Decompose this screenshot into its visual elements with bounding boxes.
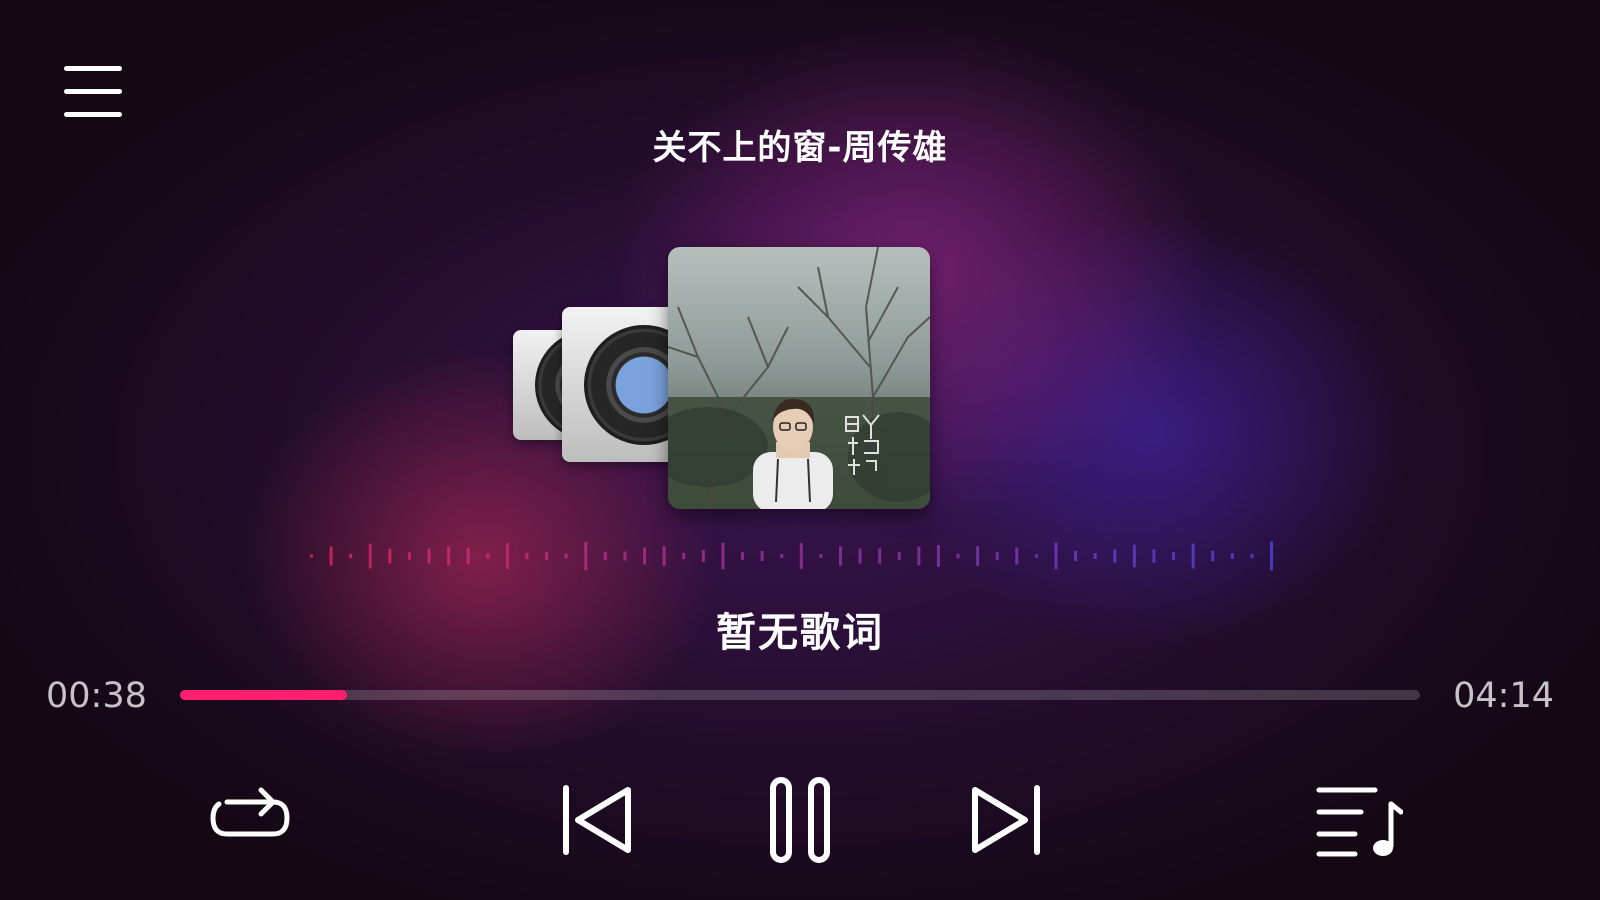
- pause-button[interactable]: [768, 775, 832, 865]
- visualizer-bar: [1250, 553, 1254, 559]
- skip-previous-icon: [563, 785, 631, 855]
- visualizer-bar: [917, 546, 921, 566]
- repeat-button[interactable]: [205, 786, 295, 850]
- visualizer-bar: [407, 552, 411, 560]
- visualizer-bar: [388, 548, 392, 564]
- visualizer-bar: [1034, 554, 1038, 558]
- visualizer-bar: [819, 554, 823, 558]
- visualizer-bar: [682, 552, 686, 560]
- visualizer-bar: [1152, 549, 1156, 563]
- audio-visualizer: [310, 541, 1273, 571]
- visualizer-bar: [760, 550, 764, 562]
- visualizer-bar: [838, 546, 842, 566]
- visualizer-bar: [1230, 553, 1234, 559]
- visualizer-bar: [1270, 541, 1273, 571]
- visualizer-bar: [623, 551, 627, 561]
- visualizer-bar: [799, 543, 803, 569]
- pause-icon: [770, 777, 830, 863]
- skip-next-icon: [972, 785, 1040, 855]
- visualizer-bar: [643, 547, 647, 565]
- visualizer-bar: [858, 548, 862, 564]
- visualizer-bar: [1093, 553, 1097, 559]
- visualizer-bar: [505, 543, 509, 569]
- visualizer-bar: [1113, 549, 1117, 563]
- visualizer-bar: [995, 552, 999, 560]
- visualizer-bar: [584, 541, 588, 571]
- visualizer-bar: [1015, 547, 1019, 565]
- visualizer-bar: [662, 546, 666, 566]
- album-cover[interactable]: [668, 247, 930, 509]
- visualizer-bar: [897, 551, 901, 561]
- progress-fill: [180, 690, 348, 700]
- previous-button[interactable]: [558, 780, 638, 860]
- progress-bar[interactable]: [180, 690, 1420, 700]
- visualizer-bar: [936, 545, 940, 567]
- visualizer-bar: [741, 552, 745, 560]
- visualizer-bar: [564, 553, 568, 559]
- visualizer-bar: [368, 543, 372, 569]
- visualizer-bar: [1191, 543, 1195, 569]
- visualizer-bar: [878, 548, 882, 564]
- next-button[interactable]: [965, 780, 1045, 860]
- visualizer-bar: [701, 549, 705, 563]
- total-time: 04:14: [1453, 676, 1554, 716]
- visualizer-bar: [1074, 550, 1078, 562]
- lyrics-text: 暂无歌词: [716, 610, 884, 656]
- visualizer-bar: [447, 546, 451, 566]
- repeat-icon: [210, 787, 290, 837]
- current-time: 00:38: [46, 676, 147, 716]
- menu-button[interactable]: [60, 62, 124, 122]
- visualizer-bar: [721, 542, 725, 570]
- visualizer-bar: [427, 548, 431, 564]
- visualizer-bar: [466, 547, 470, 565]
- visualizer-bar: [1172, 552, 1176, 560]
- visualizer-bar: [486, 553, 490, 559]
- visualizer-bar: [603, 551, 607, 561]
- visualizer-bar: [780, 554, 784, 558]
- visualizer-bar: [956, 553, 960, 559]
- visualizer-bar: [545, 551, 549, 561]
- album-cover-art: [668, 247, 930, 509]
- visualizer-bar: [310, 554, 313, 558]
- visualizer-bar: [349, 553, 353, 559]
- song-title: 关不上的窗-周传雄: [652, 128, 948, 168]
- visualizer-bar: [525, 552, 529, 560]
- visualizer-bar: [976, 546, 980, 566]
- visualizer-bar: [329, 546, 333, 566]
- playlist-icon: [1316, 787, 1404, 857]
- visualizer-bar: [1132, 544, 1136, 568]
- visualizer-bar: [1054, 542, 1058, 570]
- visualizer-bar: [1211, 550, 1215, 562]
- playlist-button[interactable]: [1313, 782, 1404, 862]
